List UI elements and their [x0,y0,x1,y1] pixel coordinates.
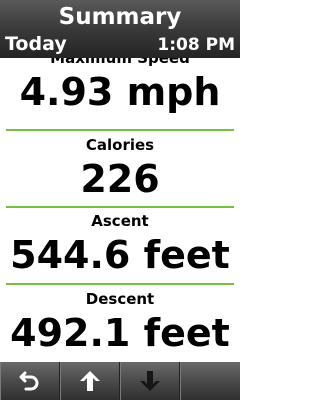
field-value: 226 [80,157,160,201]
field-label: Calories [85,136,155,154]
divider [6,206,234,208]
arrow-up-icon [78,369,102,393]
back-button[interactable] [0,362,60,400]
bottom-nav-bar [0,362,240,400]
field-value: 492.1 feet [10,311,230,355]
scroll-up-button[interactable] [60,362,120,400]
scroll-down-button[interactable] [120,362,180,400]
page-title: Summary [58,4,182,30]
summary-screen: Summary Today 1:08 PM Maximum Speed 4.93… [0,0,240,400]
arrow-down-icon [138,369,162,393]
field-label: Descent [85,290,155,308]
clock-time: 1:08 PM [157,35,235,55]
field-calories: Calories 226 [0,135,240,211]
field-value: 544.6 feet [10,233,230,277]
divider [6,283,234,285]
divider [6,129,234,131]
date-label: Today [5,33,67,55]
header-bar: Summary Today 1:08 PM [0,0,240,58]
field-ascent: Ascent 544.6 feet [0,211,240,287]
field-maximum-speed: Maximum Speed 4.93 mph [0,58,240,124]
back-icon [18,369,42,393]
field-descent: Descent 492.1 feet [0,289,240,362]
bottom-bar-spacer [180,362,240,400]
summary-list[interactable]: Maximum Speed 4.93 mph Calories 226 Asce… [0,58,240,362]
field-value: 4.93 mph [19,70,221,114]
field-label: Ascent [91,212,149,230]
